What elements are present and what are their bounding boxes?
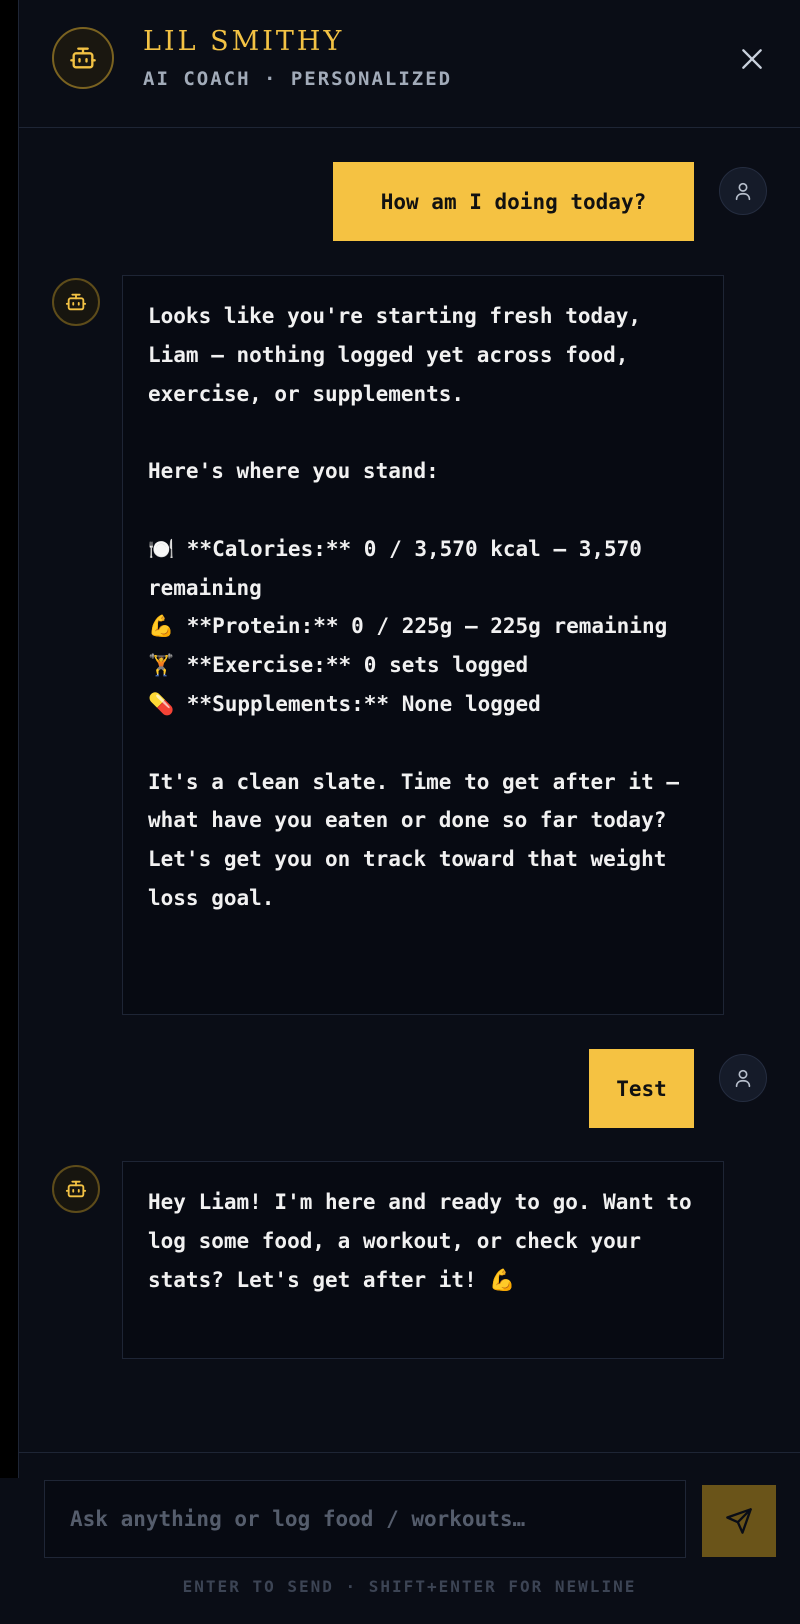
user-icon	[735, 182, 751, 201]
page-title: LIL SMITHY	[143, 26, 345, 57]
background-app-edge	[0, 0, 19, 1478]
close-button[interactable]	[737, 44, 767, 74]
chat-header: LIL SMITHY AI COACH · PERSONALIZED	[19, 0, 800, 128]
chat-input[interactable]	[44, 1480, 686, 1558]
user-icon	[735, 1069, 751, 1088]
user-message-text: Test	[616, 1076, 667, 1101]
robot-icon	[65, 293, 87, 311]
send-button[interactable]	[702, 1485, 776, 1557]
user-avatar	[719, 167, 767, 215]
page-subtitle: AI COACH · PERSONALIZED	[143, 68, 453, 90]
composer: ENTER TO SEND · SHIFT+ENTER FOR NEWLINE	[19, 1452, 800, 1624]
send-icon	[726, 1508, 752, 1534]
robot-icon	[52, 27, 114, 89]
assistant-message: Looks like you're starting fresh today, …	[122, 275, 724, 1015]
close-icon	[742, 49, 762, 69]
composer-hint: ENTER TO SEND · SHIFT+ENTER FOR NEWLINE	[182, 1577, 637, 1596]
assistant-avatar	[52, 1165, 100, 1213]
user-message-text: How am I doing today?	[380, 189, 647, 214]
assistant-message: Hey Liam! I'm here and ready to go. Want…	[122, 1161, 724, 1359]
user-message: How am I doing today?	[333, 162, 694, 241]
user-avatar	[719, 1054, 767, 1102]
app-window: LIL SMITHY AI COACH · PERSONALIZED How a…	[0, 0, 800, 1624]
coach-chat-panel: LIL SMITHY AI COACH · PERSONALIZED How a…	[19, 0, 800, 1624]
assistant-avatar	[52, 278, 100, 326]
user-message: Test	[589, 1049, 694, 1128]
robot-icon	[65, 1180, 87, 1198]
